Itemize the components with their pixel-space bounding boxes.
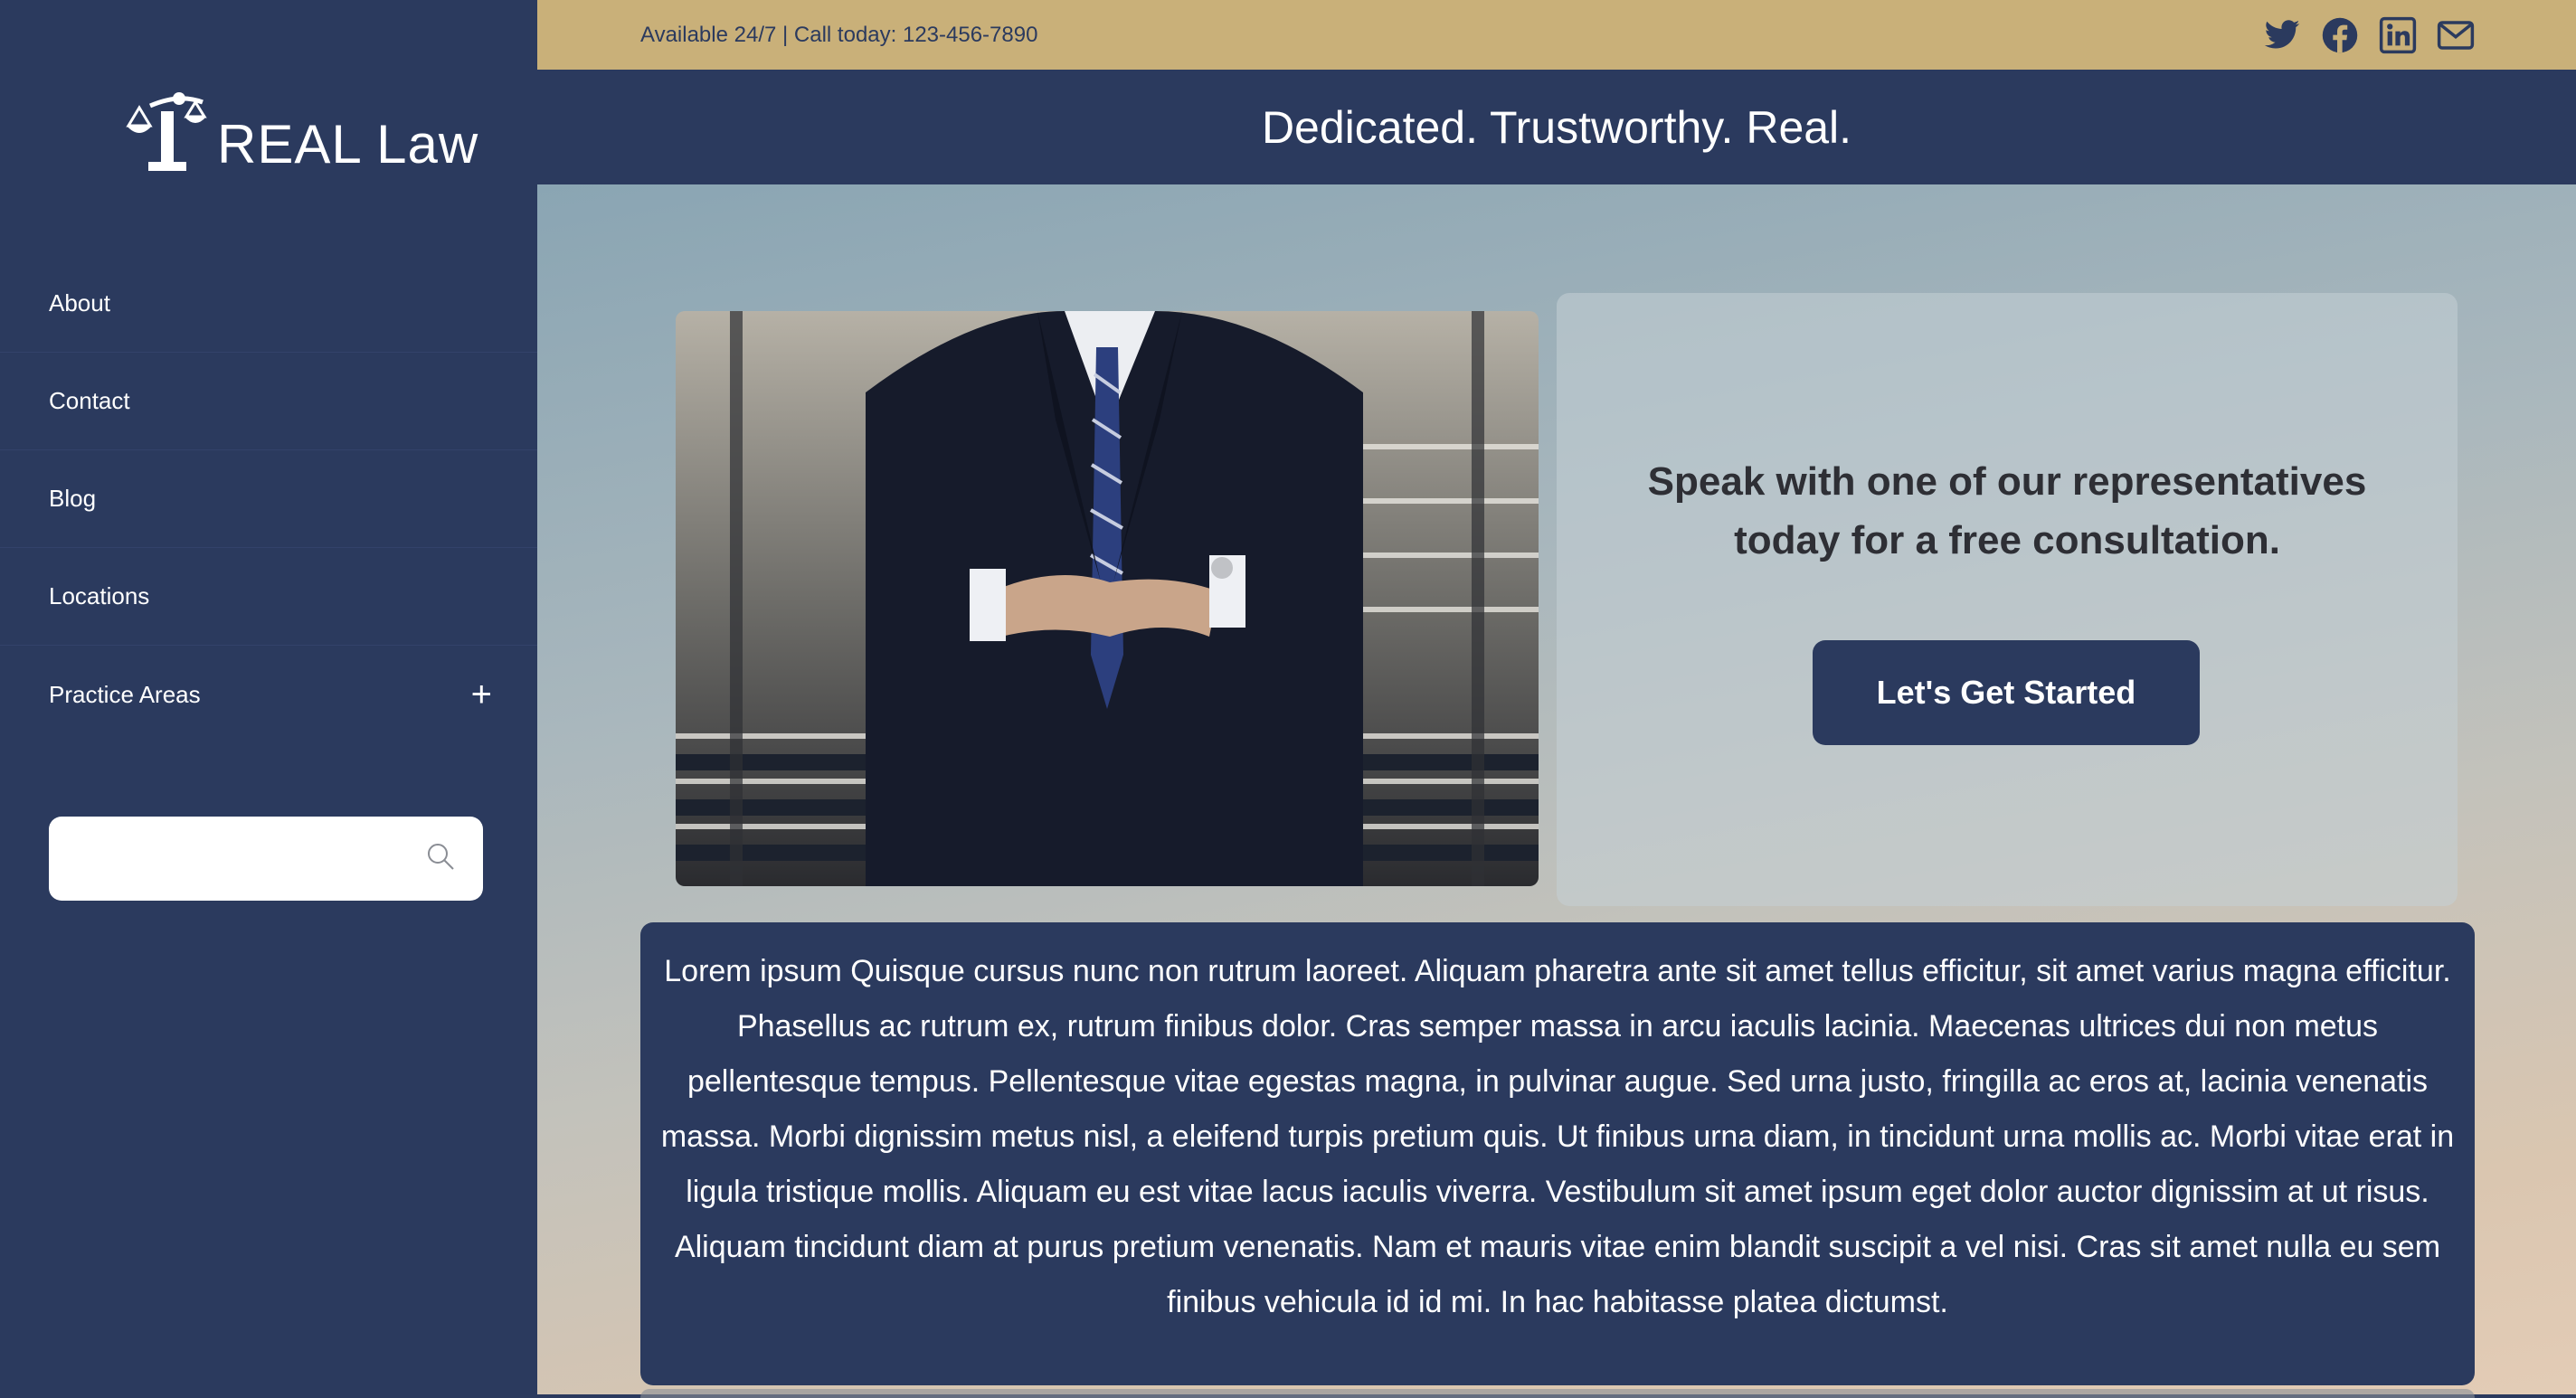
sidebar-item-practice-areas[interactable]: Practice Areas + (0, 646, 537, 743)
sidebar-nav: About Contact Blog Locations Practice Ar… (0, 255, 537, 743)
sidebar-item-label: Locations (49, 582, 150, 609)
sidebar-item-blog[interactable]: Blog (0, 450, 537, 548)
search-input[interactable] (76, 830, 425, 887)
get-started-button[interactable]: Let's Get Started (1813, 640, 2200, 745)
intro-text-panel: Lorem ipsum Quisque cursus nunc non rutr… (640, 922, 2475, 1385)
sidebar-item-contact[interactable]: Contact (0, 353, 537, 450)
consultation-card: Speak with one of our representatives to… (1557, 293, 2458, 906)
brand-name: REAL Law (217, 113, 479, 175)
hero-section: Speak with one of our representatives to… (537, 184, 2576, 1398)
sidebar-item-label: About (49, 289, 110, 316)
facebook-icon[interactable] (2321, 16, 2359, 54)
twitter-icon[interactable] (2263, 16, 2301, 54)
sidebar-item-label: Contact (49, 387, 130, 414)
search-icon[interactable] (425, 841, 456, 876)
social-links (2263, 16, 2475, 54)
sidebar: REAL Law About Contact Blog Locations Pr… (0, 0, 537, 1394)
search-box (49, 817, 483, 901)
linkedin-icon[interactable] (2379, 16, 2417, 54)
brand-logo[interactable]: REAL Law (123, 83, 485, 183)
next-section-edge (640, 1389, 2475, 1398)
sidebar-item-locations[interactable]: Locations (0, 548, 537, 646)
intro-paragraph: Lorem ipsum Quisque cursus nunc non rutr… (660, 954, 2455, 1319)
cta-heading: Speak with one of our representatives to… (1647, 459, 2367, 562)
tagline: Dedicated. Trustworthy. Real. (1261, 101, 1852, 153)
contact-text: Available 24/7 | Call today: 123-456-789… (640, 22, 1038, 47)
plus-icon[interactable]: + (471, 676, 492, 713)
hero-photo (676, 311, 1539, 886)
sidebar-item-label: Practice Areas (49, 680, 201, 708)
email-icon[interactable] (2437, 16, 2475, 54)
sidebar-item-about[interactable]: About (0, 255, 537, 353)
tagline-bar: Dedicated. Trustworthy. Real. (537, 70, 2576, 184)
top-contact-bar: Available 24/7 | Call today: 123-456-789… (537, 0, 2576, 70)
sidebar-item-label: Blog (49, 485, 97, 512)
scales-of-justice-icon (123, 86, 210, 181)
